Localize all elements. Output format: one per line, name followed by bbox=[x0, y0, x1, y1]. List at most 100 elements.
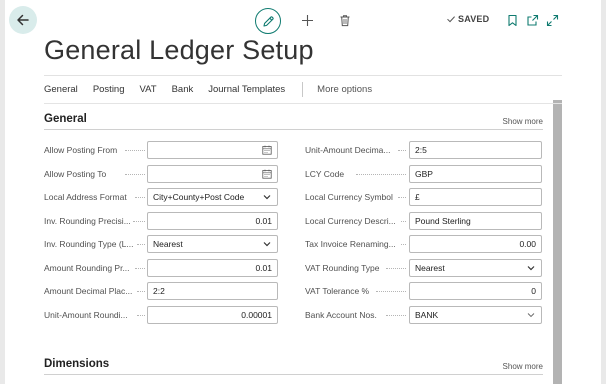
local-address-format-select[interactable]: City+County+Post Code bbox=[147, 188, 278, 206]
field-label: VAT Rounding Type bbox=[305, 263, 380, 273]
field-label: Inv. Rounding Precisi... bbox=[44, 216, 131, 226]
delete-button[interactable] bbox=[333, 8, 357, 32]
lcy-code-input[interactable]: GBP bbox=[409, 165, 542, 183]
field-label: Local Currency Descri... bbox=[305, 216, 396, 226]
unit-amount-rounding-precision-input[interactable]: 0.00001 bbox=[147, 306, 278, 324]
chevron-down-icon bbox=[527, 313, 535, 318]
field-vat-rounding-type: VAT Rounding Type Nearest bbox=[305, 259, 542, 277]
action-journal-templates[interactable]: Journal Templates bbox=[208, 84, 285, 95]
field-label: VAT Tolerance % bbox=[305, 286, 370, 296]
field-label: Local Currency Symbol bbox=[305, 192, 393, 202]
calendar-icon[interactable] bbox=[262, 145, 272, 155]
chevron-down-icon bbox=[527, 266, 535, 271]
field-label: Unit-Amount Decima... bbox=[305, 145, 391, 155]
field-label: Allow Posting To bbox=[44, 169, 107, 179]
field-value: City+County+Post Code bbox=[153, 192, 245, 202]
pencil-icon bbox=[262, 15, 274, 27]
trash-icon bbox=[340, 14, 350, 26]
general-section-title[interactable]: General bbox=[44, 113, 87, 125]
field-value: Nearest bbox=[415, 263, 445, 273]
field-inv-rounding-type: Inv. Rounding Type (L... Nearest bbox=[44, 235, 278, 253]
field-value: 0.00001 bbox=[241, 310, 272, 320]
saved-status: SAVED bbox=[446, 14, 489, 24]
field-local-currency-symbol: Local Currency Symbol £ bbox=[305, 188, 542, 206]
field-value: 2:2 bbox=[153, 286, 165, 296]
expand-button[interactable] bbox=[540, 8, 564, 32]
field-label: Allow Posting From bbox=[44, 145, 118, 155]
amount-rounding-precision-input[interactable]: 0.01 bbox=[147, 259, 278, 277]
field-allow-posting-to: Allow Posting To bbox=[44, 165, 278, 183]
action-separator bbox=[302, 81, 304, 97]
field-value: 0.01 bbox=[255, 263, 272, 273]
open-in-new-window-icon bbox=[526, 14, 538, 26]
local-currency-symbol-input[interactable]: £ bbox=[409, 188, 542, 206]
field-value: 0.01 bbox=[255, 216, 272, 226]
field-local-currency-description: Local Currency Descri... Pound Sterling bbox=[305, 212, 542, 230]
expand-icon bbox=[546, 14, 558, 26]
field-amount-rounding-precision: Amount Rounding Pr... 0.01 bbox=[44, 259, 278, 277]
general-show-more-link[interactable]: Show more bbox=[503, 117, 543, 126]
action-bar: General Posting VAT Bank Journal Templat… bbox=[44, 75, 562, 102]
field-label: LCY Code bbox=[305, 169, 345, 179]
more-options-button[interactable]: More options bbox=[317, 84, 372, 95]
field-label: Tax Invoice Renaming... bbox=[305, 239, 396, 249]
dimensions-section-title[interactable]: Dimensions bbox=[44, 358, 109, 370]
field-label: Local Address Format bbox=[44, 192, 127, 202]
edit-button[interactable] bbox=[255, 8, 281, 34]
field-vat-tolerance: VAT Tolerance % 0 bbox=[305, 282, 542, 300]
arrow-left-icon bbox=[17, 14, 29, 26]
field-lcy-code: LCY Code GBP bbox=[305, 165, 542, 183]
page: SAVED General Ledger Setup General Posti… bbox=[5, 0, 601, 384]
field-value: Pound Sterling bbox=[415, 216, 471, 226]
field-value: Nearest bbox=[153, 239, 183, 249]
action-vat[interactable]: VAT bbox=[140, 84, 157, 95]
bookmark-icon bbox=[507, 14, 517, 26]
tax-invoice-renaming-input[interactable]: 0.00 bbox=[409, 235, 542, 253]
field-unit-amount-rounding-precision: Unit-Amount Roundi... 0.00001 bbox=[44, 306, 278, 324]
vat-rounding-type-select[interactable]: Nearest bbox=[409, 259, 542, 277]
field-value: 0 bbox=[531, 286, 536, 296]
field-inv-rounding-precision: Inv. Rounding Precisi... 0.01 bbox=[44, 212, 278, 230]
field-allow-posting-from: Allow Posting From bbox=[44, 141, 278, 159]
field-bank-account-nos: Bank Account Nos. BANK bbox=[305, 306, 542, 324]
field-value: 0.00 bbox=[519, 239, 536, 249]
inv-rounding-type-select[interactable]: Nearest bbox=[147, 235, 278, 253]
page-title: General Ledger Setup bbox=[44, 35, 314, 65]
unit-amount-decimal-places-input[interactable]: 2:5 bbox=[409, 141, 542, 159]
action-posting[interactable]: Posting bbox=[93, 84, 125, 95]
action-bank[interactable]: Bank bbox=[172, 84, 194, 95]
saved-label: SAVED bbox=[458, 14, 490, 24]
field-tax-invoice-renaming: Tax Invoice Renaming... 0.00 bbox=[305, 235, 542, 253]
field-value: £ bbox=[415, 192, 420, 202]
plus-icon bbox=[301, 14, 313, 26]
action-general[interactable]: General bbox=[44, 84, 78, 95]
new-button[interactable] bbox=[295, 8, 319, 32]
field-label: Amount Rounding Pr... bbox=[44, 263, 130, 273]
local-currency-description-input[interactable]: Pound Sterling bbox=[409, 212, 542, 230]
inv-rounding-precision-input[interactable]: 0.01 bbox=[147, 212, 278, 230]
field-amount-decimal-places: Amount Decimal Plac... 2:2 bbox=[44, 282, 278, 300]
field-value: 2:5 bbox=[415, 145, 427, 155]
general-section-header: General Show more bbox=[44, 108, 543, 130]
dimensions-section-header: Dimensions Show more bbox=[44, 353, 543, 375]
field-value: GBP bbox=[415, 169, 433, 179]
amount-decimal-places-input[interactable]: 2:2 bbox=[147, 282, 278, 300]
field-label: Unit-Amount Roundi... bbox=[44, 310, 128, 320]
calendar-icon[interactable] bbox=[262, 169, 272, 179]
field-value: BANK bbox=[415, 310, 439, 320]
bank-account-nos-lookup[interactable]: BANK bbox=[409, 306, 542, 324]
field-label: Inv. Rounding Type (L... bbox=[44, 239, 134, 249]
dimensions-show-more-link[interactable]: Show more bbox=[503, 362, 543, 371]
field-local-address-format: Local Address Format City+County+Post Co… bbox=[44, 188, 278, 206]
top-bar: SAVED bbox=[5, 0, 601, 40]
allow-posting-to-input[interactable] bbox=[147, 165, 278, 183]
vat-tolerance-input[interactable]: 0 bbox=[409, 282, 542, 300]
chevron-down-icon bbox=[263, 242, 271, 247]
check-icon bbox=[447, 16, 455, 23]
field-label: Bank Account Nos. bbox=[305, 310, 377, 320]
content-area: General Show more Allow Posting From All… bbox=[44, 103, 562, 384]
back-button[interactable] bbox=[9, 6, 37, 34]
allow-posting-from-input[interactable] bbox=[147, 141, 278, 159]
chevron-down-icon bbox=[263, 195, 271, 200]
field-unit-amount-decimal-places: Unit-Amount Decima... 2:5 bbox=[305, 141, 542, 159]
